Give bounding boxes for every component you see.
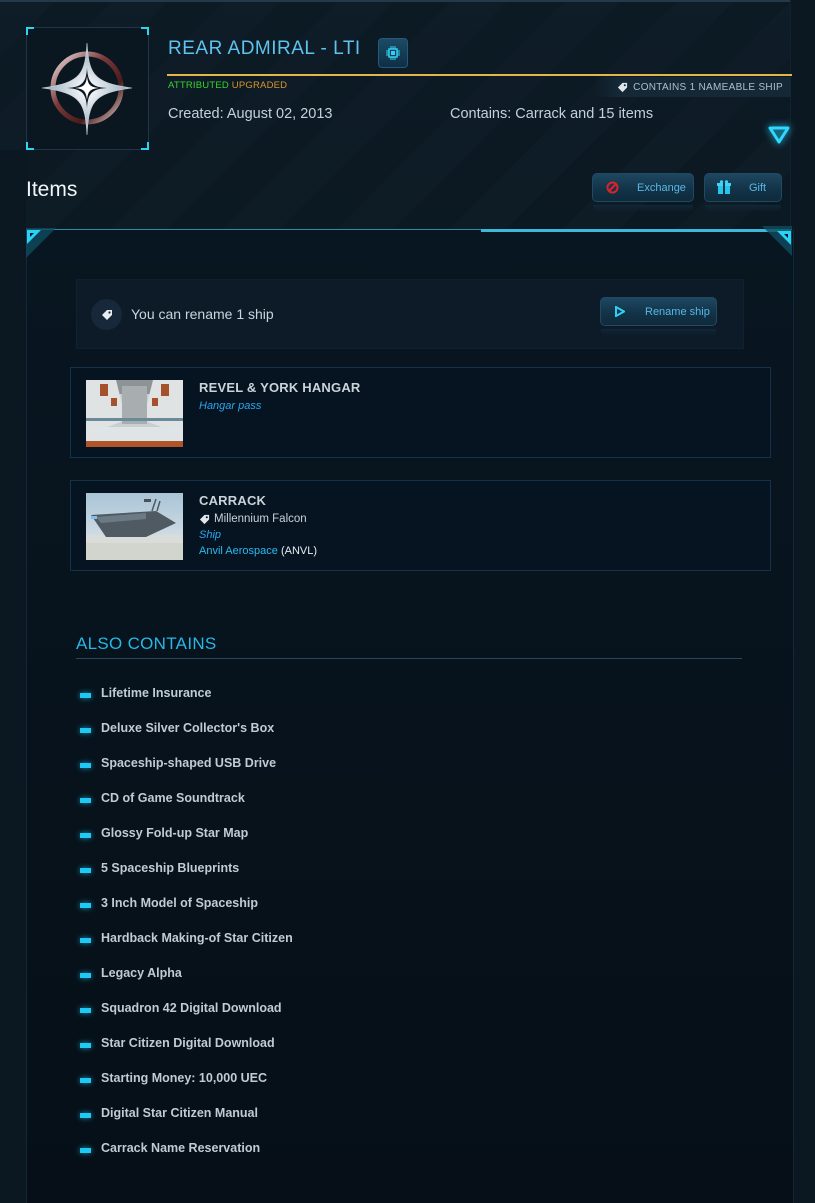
hangar-thumbnail xyxy=(86,380,183,447)
ship-custom-name: Millennium Falcon xyxy=(199,513,307,525)
list-item: Squadron 42 Digital Download xyxy=(80,1001,293,1036)
manufacturer-code: (ANVL) xyxy=(280,545,318,557)
list-item: Lifetime Insurance xyxy=(80,686,293,721)
list-item-text: Glossy Fold-up Star Map xyxy=(101,826,249,840)
list-item-text: Digital Star Citizen Manual xyxy=(101,1106,258,1120)
list-item: 3 Inch Model of Spaceship xyxy=(80,896,293,931)
chip-button[interactable] xyxy=(378,38,408,68)
ship-custom-name-text: Millennium Falcon xyxy=(214,513,307,525)
list-item-text: 5 Spaceship Blueprints xyxy=(101,861,240,875)
rename-ship-label: Rename ship xyxy=(645,305,710,318)
bullet-icon xyxy=(80,903,91,908)
gift-label: Gift xyxy=(749,181,767,194)
item-name: CARRACK xyxy=(199,493,267,508)
list-item-text: Carrack Name Reservation xyxy=(101,1141,261,1155)
rename-ship-text: You can rename 1 ship xyxy=(131,306,274,322)
list-item-text: Star Citizen Digital Download xyxy=(101,1036,275,1050)
triangle-down-icon[interactable] xyxy=(768,126,790,144)
item-type: Ship xyxy=(199,529,222,541)
bullet-icon xyxy=(80,833,91,838)
list-item: Deluxe Silver Collector's Box xyxy=(80,721,293,756)
bullet-icon xyxy=(80,868,91,873)
list-item-text: 3 Inch Model of Spaceship xyxy=(101,896,258,910)
item-type: Hangar pass xyxy=(199,400,262,412)
list-item-text: Squadron 42 Digital Download xyxy=(101,1001,282,1015)
ship-thumbnail xyxy=(86,493,183,560)
item-name: REVEL & YORK HANGAR xyxy=(199,380,361,395)
tag-icon xyxy=(618,82,628,92)
prohibited-icon xyxy=(603,181,621,194)
bullet-icon xyxy=(80,1113,91,1118)
also-contains-heading: ALSO CONTAINS xyxy=(76,634,217,653)
frame-corner xyxy=(26,27,34,35)
bullet-icon xyxy=(80,693,91,698)
nameable-ship-badge: CONTAINS 1 NAMEABLE SHIP xyxy=(595,77,791,97)
attribute-upgraded: UPGRADED xyxy=(231,80,288,91)
package-badge xyxy=(26,27,149,150)
tag-icon xyxy=(101,309,112,320)
left-edge xyxy=(0,150,26,1203)
list-item: Hardback Making-of Star Citizen xyxy=(80,931,293,966)
rename-ship-button[interactable]: Rename ship xyxy=(600,297,717,336)
list-item: Legacy Alpha xyxy=(80,966,293,1001)
frame-corner xyxy=(26,142,34,150)
list-item-text: Lifetime Insurance xyxy=(101,686,212,700)
package-title: REAR ADMIRAL - LTI xyxy=(168,38,361,59)
package-attributes: ATTRIBUTED UPGRADED xyxy=(168,80,287,91)
created-date: Created: August 02, 2013 xyxy=(168,106,333,122)
gift-box-icon xyxy=(715,180,733,195)
bullet-icon xyxy=(80,798,91,803)
panel-corner-left xyxy=(26,228,56,258)
play-arrow-icon xyxy=(611,306,629,317)
tag-icon xyxy=(199,514,210,524)
gift-button[interactable]: Gift xyxy=(704,173,782,212)
bullet-icon xyxy=(80,728,91,733)
rename-tag-badge xyxy=(91,299,122,330)
item-card-hangar[interactable]: REVEL & YORK HANGAR Hangar pass xyxy=(70,367,771,458)
bullet-icon xyxy=(80,1148,91,1153)
bullet-icon xyxy=(80,763,91,768)
list-item: Glossy Fold-up Star Map xyxy=(80,826,293,861)
list-item-text: Spaceship-shaped USB Drive xyxy=(101,756,277,770)
manufacturer: Anvil Aerospace (ANVL) xyxy=(199,545,317,557)
list-item-text: Starting Money: 10,000 UEC xyxy=(101,1071,268,1085)
bullet-icon xyxy=(80,973,91,978)
bullet-icon xyxy=(80,938,91,943)
top-border xyxy=(0,0,815,2)
chip-icon xyxy=(386,46,400,60)
panel-top-accent xyxy=(481,229,791,232)
frame-corner xyxy=(141,142,149,150)
panel-corner-right xyxy=(762,226,792,256)
bullet-icon xyxy=(80,1043,91,1048)
also-contains-divider xyxy=(76,658,742,659)
bullet-icon xyxy=(80,1078,91,1083)
also-contains-list: Lifetime Insurance Deluxe Silver Collect… xyxy=(80,686,293,1176)
list-item-text: Deluxe Silver Collector's Box xyxy=(101,721,275,735)
title-divider xyxy=(167,74,792,76)
attribute-attributed: ATTRIBUTED xyxy=(168,80,229,91)
list-item: Spaceship-shaped USB Drive xyxy=(80,756,293,791)
item-card-ship[interactable]: CARRACK Millennium Falcon Ship Anvil Aer… xyxy=(70,480,771,571)
rank-star-badge-icon xyxy=(41,42,133,136)
list-item: 5 Spaceship Blueprints xyxy=(80,861,293,896)
frame-corner xyxy=(141,27,149,35)
list-item: Carrack Name Reservation xyxy=(80,1141,293,1176)
list-item-text: Legacy Alpha xyxy=(101,966,182,980)
items-heading: Items xyxy=(26,178,78,201)
bullet-icon xyxy=(80,1008,91,1013)
list-item: Digital Star Citizen Manual xyxy=(80,1106,293,1141)
list-item-text: Hardback Making-of Star Citizen xyxy=(101,931,293,945)
list-item: CD of Game Soundtrack xyxy=(80,791,293,826)
list-item: Starting Money: 10,000 UEC xyxy=(80,1071,293,1106)
exchange-button[interactable]: Exchange xyxy=(592,173,694,212)
list-item: Star Citizen Digital Download xyxy=(80,1036,293,1071)
list-item-text: CD of Game Soundtrack xyxy=(101,791,245,805)
manufacturer-name[interactable]: Anvil Aerospace xyxy=(199,545,278,557)
contains-summary: Contains: Carrack and 15 items xyxy=(450,106,654,122)
exchange-label: Exchange xyxy=(637,181,686,194)
nameable-ship-text: CONTAINS 1 NAMEABLE SHIP xyxy=(633,81,783,93)
